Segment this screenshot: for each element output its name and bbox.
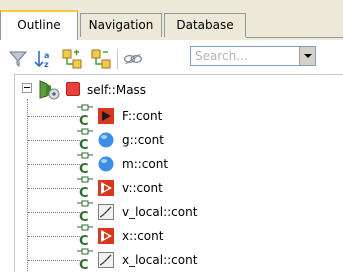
tab-outline[interactable]: Outline <box>0 10 78 40</box>
class-icon: C <box>77 104 93 126</box>
input-triangle-icon <box>98 108 114 124</box>
tree-connector <box>28 212 80 214</box>
local-curve-icon <box>98 204 114 220</box>
svg-text:z: z <box>44 60 49 69</box>
svg-text:C: C <box>79 138 89 150</box>
state-triangle-icon <box>98 180 114 196</box>
tree-connector <box>28 164 80 166</box>
root-color-icon <box>66 82 80 96</box>
tree-item-label[interactable]: x_local::cont <box>122 252 197 268</box>
class-icon: C <box>77 152 93 174</box>
tab-navigation[interactable]: Navigation <box>80 13 162 37</box>
svg-text:C: C <box>79 258 89 270</box>
tree-item-label[interactable]: v_local::cont <box>122 204 197 220</box>
search-input[interactable] <box>191 47 297 65</box>
svg-text:C: C <box>79 114 89 126</box>
filter-icon[interactable] <box>8 49 28 69</box>
outline-panel: Outline Navigation Database a z Search..… <box>0 0 343 272</box>
svg-text:C: C <box>79 234 89 246</box>
search-dropdown-button[interactable] <box>299 47 315 65</box>
parameter-circle-icon <box>98 156 114 172</box>
visibility-icon[interactable] <box>123 49 143 69</box>
tree-connector <box>28 260 80 262</box>
svg-text:C: C <box>79 186 89 198</box>
class-icon: C <box>77 128 93 150</box>
outline-tree <box>14 74 343 272</box>
svg-text:C: C <box>79 210 89 222</box>
tree-item-label[interactable]: x::cont <box>122 228 163 244</box>
class-icon: C <box>77 176 93 198</box>
svg-text:a: a <box>44 51 49 60</box>
class-icon: C <box>77 248 93 270</box>
tab-divider <box>246 37 343 38</box>
root-node-label[interactable]: self::Mass <box>87 82 146 98</box>
search-box <box>190 46 316 66</box>
tree-item-label[interactable]: F::cont <box>122 108 162 124</box>
expand-icon[interactable] <box>62 49 82 69</box>
tree-connector <box>27 99 29 271</box>
local-curve-icon <box>98 252 114 268</box>
collapse-icon[interactable] <box>91 49 111 69</box>
class-icon: C <box>77 224 93 246</box>
tab-database[interactable]: Database <box>164 13 246 37</box>
tree-item-label[interactable]: m::cont <box>122 156 168 172</box>
tab-strip: Outline Navigation Database <box>0 0 343 40</box>
tree-connector <box>28 140 80 142</box>
tree-connector <box>28 236 80 238</box>
state-triangle-icon <box>98 228 114 244</box>
toolbar-separator <box>117 49 118 69</box>
tree-item-label[interactable]: v::cont <box>122 180 163 196</box>
root-collapse-toggle[interactable] <box>22 83 32 93</box>
sort-icon[interactable]: a z <box>33 49 53 69</box>
class-icon: C <box>77 200 93 222</box>
model-icon <box>39 80 60 100</box>
parameter-circle-icon <box>98 132 114 148</box>
svg-text:C: C <box>79 162 89 174</box>
tree-connector <box>28 188 80 190</box>
tree-item-label[interactable]: g::cont <box>122 132 164 148</box>
tree-connector <box>28 116 80 118</box>
